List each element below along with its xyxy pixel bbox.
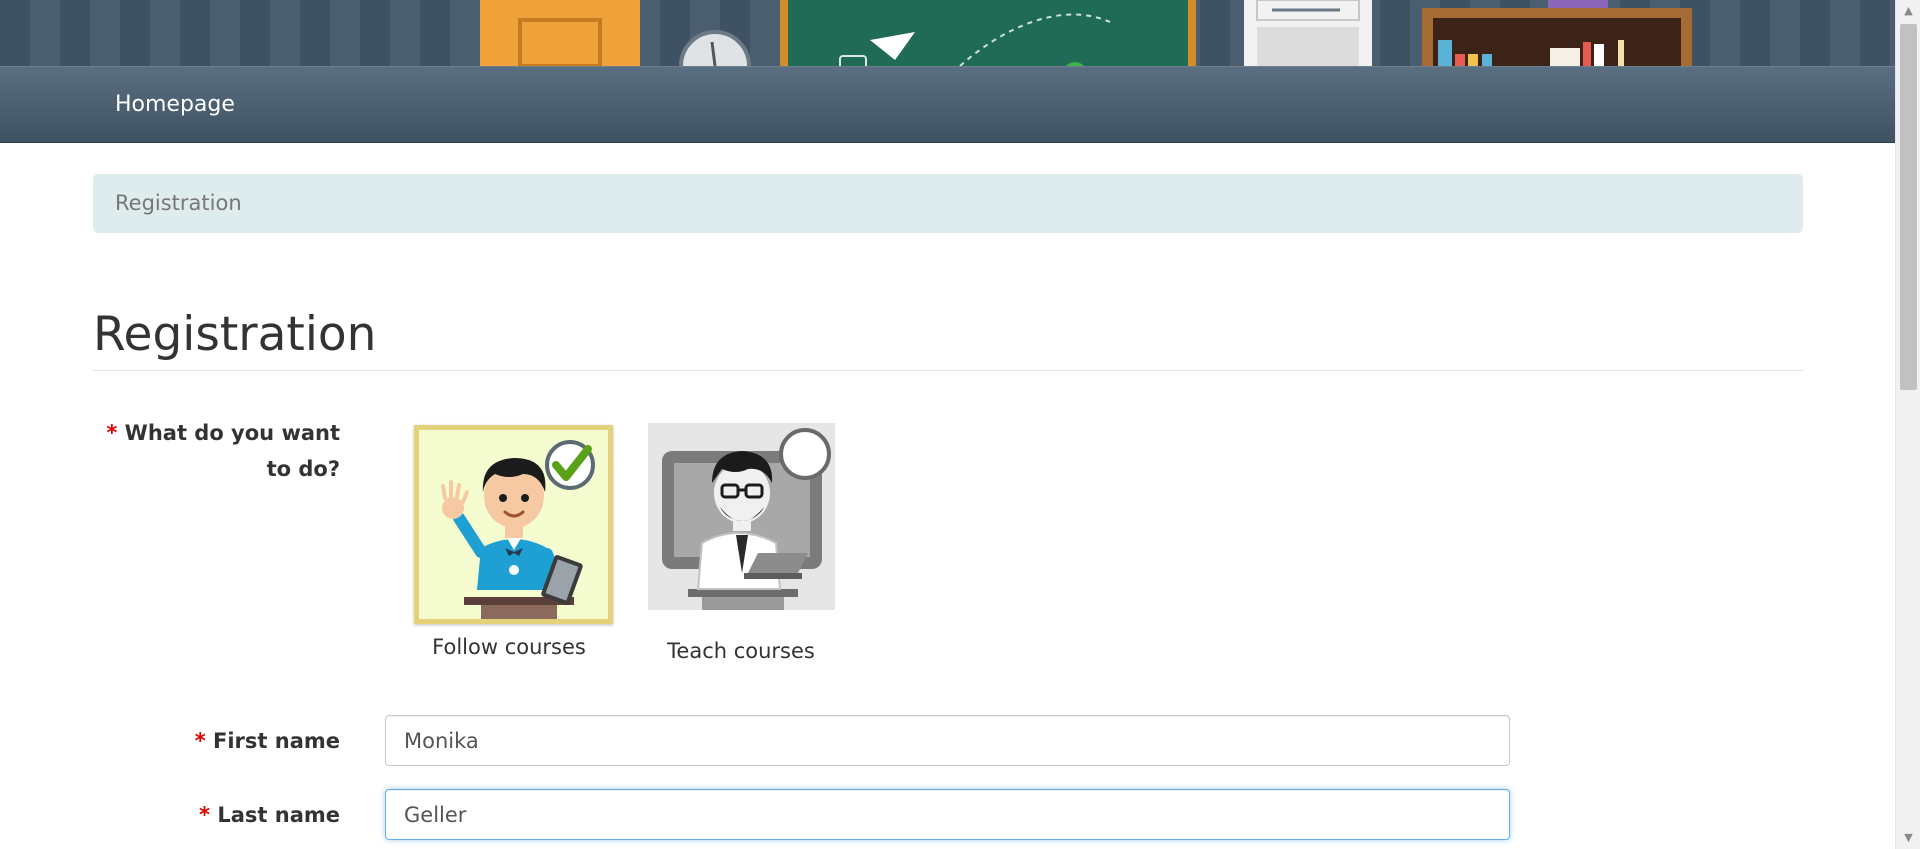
required-marker: * [194, 729, 206, 753]
breadcrumb: Registration [93, 174, 1803, 233]
page-title: Registration [93, 307, 377, 362]
role-option-label: Follow courses [432, 635, 586, 659]
role-option-follow-courses[interactable]: Follow courses [414, 425, 613, 659]
header-banner [0, 0, 1895, 66]
role-option-teach-courses[interactable]: Teach courses [648, 423, 835, 663]
role-question-text: What do you want to do? [124, 421, 340, 481]
title-divider [93, 370, 1803, 371]
first-name-input[interactable] [385, 715, 1510, 766]
last-name-input[interactable] [385, 789, 1510, 840]
nav-homepage-link[interactable]: Homepage [115, 66, 235, 143]
required-marker: * [106, 421, 118, 445]
vertical-scrollbar[interactable]: ▲ ▼ [1895, 0, 1920, 849]
scrollbar-thumb[interactable] [1900, 24, 1917, 390]
first-name-label: * First name [93, 729, 340, 753]
top-navbar: Homepage [0, 66, 1895, 143]
classroom-banner-illustration [480, 0, 1692, 66]
first-name-label-text: First name [213, 729, 340, 753]
page: Homepage Registration Registration * Wha… [0, 0, 1920, 849]
selected-check-icon [545, 440, 595, 490]
breadcrumb-current: Registration [115, 191, 242, 215]
scroll-down-arrow-icon[interactable]: ▼ [1896, 827, 1920, 849]
last-name-label-text: Last name [217, 803, 340, 827]
role-question-label: * What do you want to do? [93, 415, 340, 487]
scroll-up-arrow-icon[interactable]: ▲ [1896, 0, 1920, 22]
role-option-label: Teach courses [667, 639, 815, 663]
last-name-label: * Last name [93, 803, 340, 827]
required-marker: * [199, 803, 211, 827]
unselected-radio-icon [779, 428, 831, 480]
